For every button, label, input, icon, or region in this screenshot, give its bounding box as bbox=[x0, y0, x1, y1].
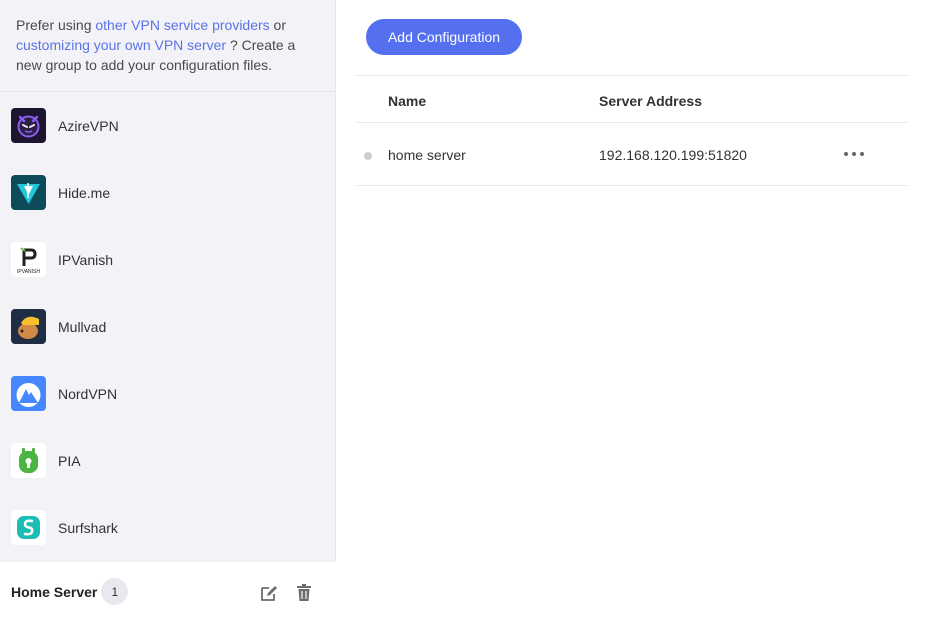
status-dot-icon bbox=[364, 152, 372, 160]
provider-list: AzireVPN Hide.me IPVANISH IPVanish Mullv… bbox=[0, 92, 335, 561]
provider-label: IPVanish bbox=[58, 251, 113, 268]
nordvpn-logo-icon bbox=[11, 376, 46, 411]
ipvanish-logo-icon: IPVANISH bbox=[11, 242, 46, 277]
svg-text:IPVANISH: IPVANISH bbox=[17, 269, 40, 275]
group-footer: Home Server 1 bbox=[0, 562, 336, 621]
edit-icon[interactable] bbox=[259, 584, 279, 602]
provider-item-pia[interactable]: PIA bbox=[0, 427, 335, 494]
provider-item-nordvpn[interactable]: NordVPN bbox=[0, 360, 335, 427]
provider-item-surfshark[interactable]: Surfshark bbox=[0, 494, 335, 561]
pia-logo-icon bbox=[11, 443, 46, 478]
provider-item-hideme[interactable]: Hide.me bbox=[0, 159, 335, 226]
provider-label: Surfshark bbox=[58, 519, 118, 536]
surfshark-logo-icon bbox=[11, 510, 46, 545]
group-actions bbox=[259, 584, 314, 602]
provider-item-ipvanish[interactable]: IPVANISH IPVanish bbox=[0, 226, 335, 293]
provider-item-mullvad[interactable]: Mullvad bbox=[0, 293, 335, 360]
configuration-table: Name Server Address home server 192.168.… bbox=[356, 75, 908, 186]
more-options-icon[interactable] bbox=[844, 146, 864, 162]
mullvad-logo-icon bbox=[11, 309, 46, 344]
intro-text: Prefer using other VPN service providers… bbox=[0, 0, 335, 92]
column-header-name: Name bbox=[388, 93, 427, 109]
config-server-address: 192.168.120.199:51820 bbox=[599, 147, 747, 163]
main-panel: Add Configuration Name Server Address ho… bbox=[336, 0, 926, 621]
trash-icon[interactable] bbox=[294, 584, 314, 602]
group-name[interactable]: Home Server bbox=[11, 584, 97, 600]
column-header-server-address: Server Address bbox=[599, 93, 702, 109]
intro-prefix: Prefer using bbox=[16, 17, 96, 33]
provider-item-azirevpn[interactable]: AzireVPN bbox=[0, 92, 335, 159]
custom-server-link[interactable]: customizing your own VPN server bbox=[16, 37, 226, 53]
provider-label: AzireVPN bbox=[58, 117, 119, 134]
add-configuration-button[interactable]: Add Configuration bbox=[366, 19, 522, 55]
provider-label: Hide.me bbox=[58, 184, 111, 201]
azirevpn-logo-icon bbox=[11, 108, 46, 143]
provider-label: NordVPN bbox=[58, 385, 118, 402]
hideme-logo-icon bbox=[11, 175, 46, 210]
provider-label: Mullvad bbox=[58, 318, 107, 335]
intro-middle: or bbox=[269, 17, 287, 33]
group-count-badge: 1 bbox=[101, 578, 129, 605]
provider-label: PIA bbox=[58, 452, 81, 469]
config-name: home server bbox=[388, 147, 466, 163]
table-row[interactable]: home server 192.168.120.199:51820 bbox=[356, 123, 908, 186]
table-header: Name Server Address bbox=[356, 76, 908, 123]
other-providers-link[interactable]: other VPN service providers bbox=[95, 17, 269, 33]
sidebar: Prefer using other VPN service providers… bbox=[0, 0, 336, 621]
